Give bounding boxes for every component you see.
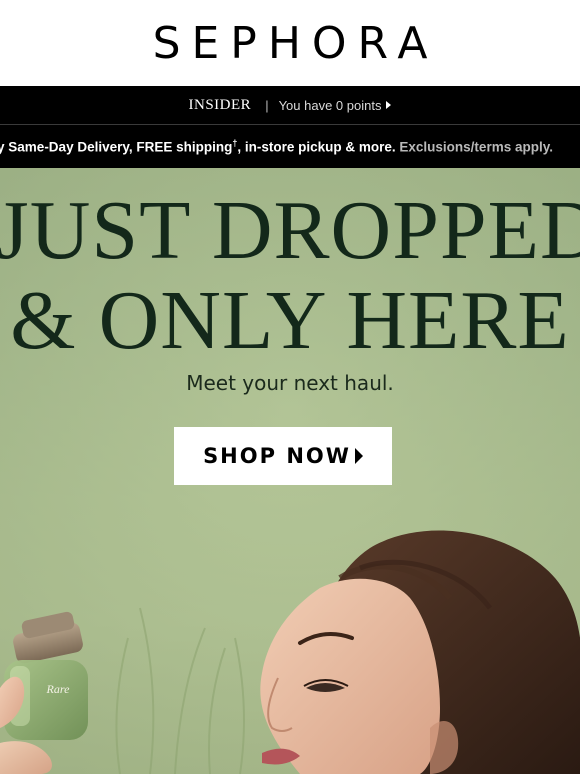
points-link[interactable]: You have 0 points [279, 98, 392, 113]
headline-line-2: & ONLY HERE [10, 274, 570, 367]
header: SEPHORA [0, 0, 580, 86]
benefits-bar: y Same-Day Delivery, FREE shipping†, in-… [0, 124, 580, 168]
terms-link[interactable]: Exclusions/terms apply. [399, 140, 553, 155]
bottle-label: Rare [46, 682, 71, 696]
hero-subline: Meet your next haul. [186, 371, 394, 395]
headline-line-1: JUST DROPPED [0, 184, 580, 277]
divider: | [265, 97, 269, 113]
benefits-text[interactable]: y Same-Day Delivery, FREE shipping†, in-… [0, 138, 553, 155]
shop-now-button[interactable]: SHOP NOW [174, 427, 392, 485]
shop-now-label: SHOP NOW [203, 444, 351, 468]
points-text: You have 0 points [278, 97, 382, 113]
insider-logo[interactable]: INSIDER [189, 97, 252, 114]
insider-bar: INSIDER | You have 0 points [0, 86, 580, 124]
caret-right-icon [354, 448, 363, 464]
benefits-text-start: y Same-Day Delivery, FREE shipping [0, 139, 233, 155]
sephora-logo[interactable]: SEPHORA [142, 18, 439, 69]
hero-banner[interactable]: Rare JUST DROPPED & ONLY HERE Meet your … [0, 168, 580, 774]
caret-right-icon [386, 101, 392, 109]
benefits-text-end: , in-store pickup & more. [237, 139, 400, 155]
